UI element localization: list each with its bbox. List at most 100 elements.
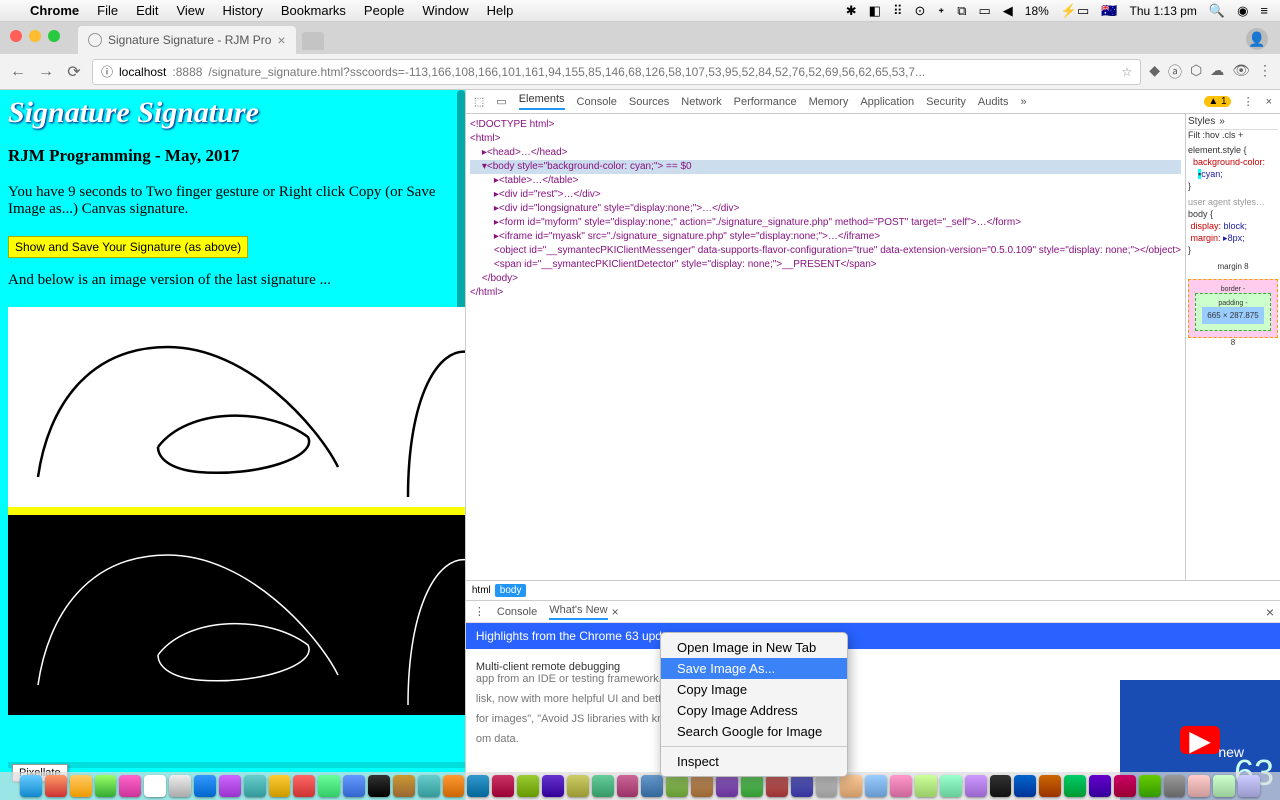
dock-app[interactable] (293, 775, 315, 797)
dock-app[interactable] (244, 775, 266, 797)
styles-more-icon[interactable]: » (1219, 116, 1225, 127)
dock-app[interactable] (940, 775, 962, 797)
tab-sources[interactable]: Sources (629, 96, 669, 108)
tab-security[interactable]: Security (926, 96, 966, 108)
tab-elements[interactable]: Elements (519, 93, 565, 110)
reload-button[interactable]: ⟳ (64, 62, 84, 82)
dock-app[interactable] (343, 775, 365, 797)
menu-bookmarks[interactable]: Bookmarks (281, 3, 346, 18)
dock-app[interactable] (741, 775, 763, 797)
tab-memory[interactable]: Memory (809, 96, 849, 108)
dom-line[interactable]: <!DOCTYPE html> (470, 118, 1181, 132)
dock-app[interactable] (517, 775, 539, 797)
extension-icon[interactable]: ⬡ (1190, 62, 1202, 82)
ctx-search-google-image[interactable]: Search Google for Image (661, 721, 847, 742)
bookmark-star-icon[interactable]: ☆ (1121, 65, 1132, 79)
clock[interactable]: Thu 1:13 pm (1130, 4, 1197, 18)
status-icon[interactable]: ⠿ (893, 3, 903, 19)
dom-line[interactable]: ▸<table>…</table> (470, 174, 1181, 188)
dom-breadcrumb[interactable]: html body (466, 580, 1280, 600)
dom-line[interactable]: <object id="__symantecPKIClientMessenger… (470, 244, 1181, 258)
menu-people[interactable]: People (364, 3, 404, 18)
dom-line[interactable]: ▸<div id="longsignature" style="display:… (470, 202, 1181, 216)
breadcrumb-item-selected[interactable]: body (495, 584, 527, 597)
app-menu[interactable]: Chrome (30, 3, 79, 18)
tab-application[interactable]: Application (860, 96, 914, 108)
siri-icon[interactable]: ◉ (1237, 3, 1248, 19)
dock-app[interactable] (393, 775, 415, 797)
dock-app[interactable] (840, 775, 862, 797)
dock-app[interactable] (1064, 775, 1086, 797)
dock-app[interactable] (716, 775, 738, 797)
more-tabs-icon[interactable]: » (1020, 96, 1026, 108)
dock-app[interactable] (666, 775, 688, 797)
forward-button[interactable]: → (36, 63, 56, 81)
menu-file[interactable]: File (97, 3, 118, 18)
dock-app[interactable] (219, 775, 241, 797)
status-icon[interactable]: ◧ (869, 3, 881, 19)
dock-app[interactable] (1164, 775, 1186, 797)
styles-filter[interactable]: Filt :hov .cls + (1188, 130, 1278, 140)
drawer-menu-icon[interactable]: ⋮ (474, 605, 485, 618)
back-button[interactable]: ← (8, 63, 28, 81)
menu-window[interactable]: Window (422, 3, 468, 18)
dom-tree[interactable]: <!DOCTYPE html> <html> ▸<head>…</head> ▾… (466, 114, 1185, 580)
dock-app[interactable] (1213, 775, 1235, 797)
warnings-badge[interactable]: ▲ 1 (1204, 96, 1230, 107)
dock-app[interactable] (617, 775, 639, 797)
maximize-window-button[interactable] (48, 30, 60, 42)
styles-pane[interactable]: Styles» Filt :hov .cls + element.style {… (1185, 114, 1280, 580)
dock-app[interactable] (20, 775, 42, 797)
profile-avatar-icon[interactable]: 👤 (1246, 28, 1268, 50)
ctx-copy-image-address[interactable]: Copy Image Address (661, 700, 847, 721)
dock-app[interactable] (269, 775, 291, 797)
dom-line[interactable]: ▸<head>…</head> (470, 146, 1181, 160)
dock-app[interactable] (119, 775, 141, 797)
box-model[interactable]: margin 8 border - padding - 665 × 287.87… (1188, 262, 1278, 347)
dom-line[interactable]: </html> (470, 286, 1181, 300)
dock-app[interactable] (318, 775, 340, 797)
dom-line[interactable]: <span id="__symantecPKIClientDetector" s… (470, 258, 1181, 272)
browser-tab[interactable]: Signature Signature - RJM Pro × (78, 26, 296, 54)
ctx-copy-image[interactable]: Copy Image (661, 679, 847, 700)
dock-app[interactable] (467, 775, 489, 797)
menu-history[interactable]: History (222, 3, 262, 18)
menu-view[interactable]: View (176, 3, 204, 18)
dock-app[interactable] (890, 775, 912, 797)
dock-app[interactable] (70, 775, 92, 797)
dock-app[interactable] (1139, 775, 1161, 797)
new-tab-button[interactable] (302, 32, 324, 50)
dock-app[interactable] (766, 775, 788, 797)
extension-icon[interactable]: 👁 (1232, 62, 1250, 82)
dock-app[interactable] (368, 775, 390, 797)
dock-app[interactable] (915, 775, 937, 797)
styles-tab[interactable]: Styles (1188, 116, 1215, 127)
dock-app[interactable] (1014, 775, 1036, 797)
bluetooth-icon[interactable]: ᛭ (937, 3, 945, 18)
dock-app[interactable] (492, 775, 514, 797)
tab-audits[interactable]: Audits (978, 96, 1009, 108)
whatsnew-item-title[interactable]: Multi-client remote debugging (476, 661, 1270, 673)
wifi-icon[interactable]: ⧉ (957, 3, 966, 19)
dock-app[interactable] (592, 775, 614, 797)
extension-icon[interactable]: ⓐ (1168, 62, 1182, 82)
dock-app[interactable] (641, 775, 663, 797)
spotlight-icon[interactable]: 🔍 (1209, 3, 1225, 19)
dock-app[interactable] (1089, 775, 1111, 797)
info-icon[interactable]: ⓘ (101, 63, 113, 80)
close-window-button[interactable] (10, 30, 22, 42)
dock-app[interactable] (169, 775, 191, 797)
volume-icon[interactable]: ◀ (1003, 3, 1013, 19)
display-icon[interactable]: ▭ (979, 3, 991, 19)
dock-app[interactable] (1188, 775, 1210, 797)
menu-help[interactable]: Help (487, 3, 514, 18)
dock-app[interactable] (791, 775, 813, 797)
signature-canvas-black[interactable] (8, 515, 465, 715)
dock-app[interactable] (45, 775, 67, 797)
notifications-icon[interactable]: ≡ (1260, 3, 1268, 18)
breadcrumb-item[interactable]: html (472, 585, 491, 596)
dock-app[interactable] (816, 775, 838, 797)
dock-app[interactable] (865, 775, 887, 797)
devtools-close-icon[interactable]: × (1266, 96, 1272, 108)
ctx-save-image-as[interactable]: Save Image As... (661, 658, 847, 679)
